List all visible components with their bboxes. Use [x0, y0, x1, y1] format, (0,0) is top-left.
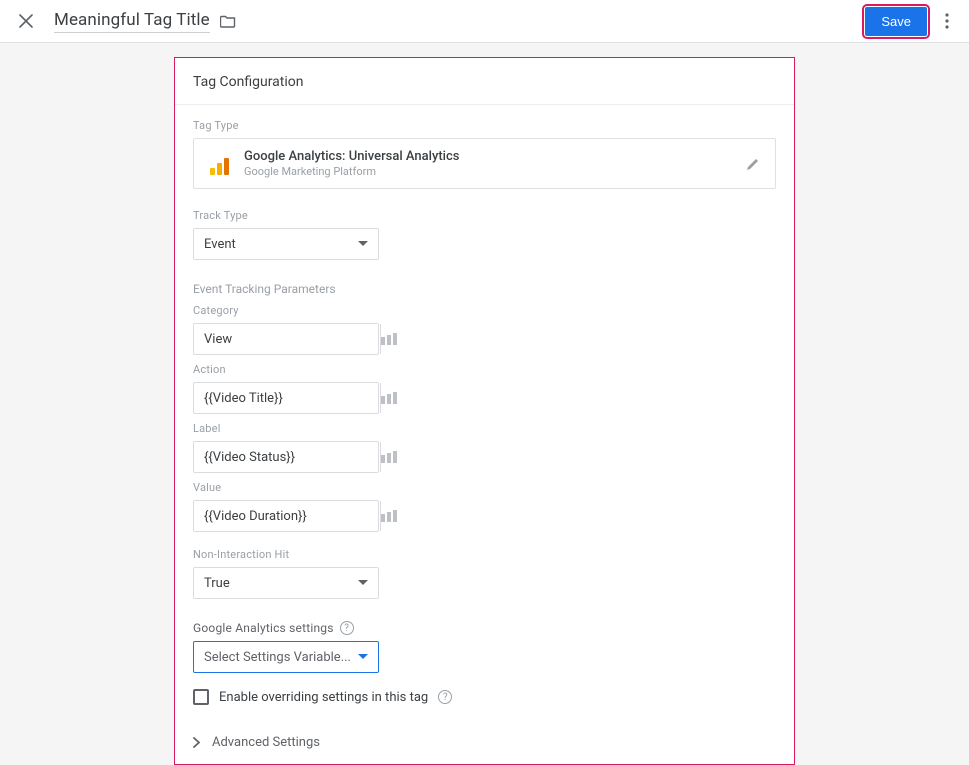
help-icon[interactable]: ? [438, 690, 452, 704]
label-input[interactable] [194, 442, 380, 472]
tag-type-name: Google Analytics: Universal Analytics [244, 149, 459, 164]
tag-type-platform: Google Marketing Platform [244, 165, 459, 178]
chevron-down-icon [358, 241, 368, 247]
advanced-settings-toggle[interactable]: Advanced Settings [175, 721, 794, 764]
label-action: Action [193, 363, 776, 376]
more-menu-icon[interactable] [937, 13, 957, 29]
variable-picker-icon[interactable] [380, 442, 397, 472]
track-type-dropdown[interactable]: Event [193, 228, 379, 260]
label-tag-type: Tag Type [193, 119, 776, 132]
action-input[interactable] [194, 383, 380, 413]
track-type-value: Event [204, 237, 236, 252]
action-field-row [193, 382, 379, 414]
label-event-params: Event Tracking Parameters [193, 282, 776, 296]
label-ga-settings: Google Analytics settings [193, 621, 334, 635]
tag-type-selector[interactable]: Google Analytics: Universal Analytics Go… [193, 138, 776, 189]
variable-picker-icon[interactable] [380, 501, 397, 531]
ga-settings-dropdown[interactable]: Select Settings Variable... [193, 641, 379, 673]
label-track-type: Track Type [193, 209, 776, 222]
help-icon[interactable]: ? [340, 621, 354, 635]
tag-config-panel: Tag Configuration Tag Type Google Analyt… [174, 57, 795, 765]
folder-icon[interactable] [220, 14, 236, 28]
chevron-down-icon [358, 580, 368, 586]
save-button[interactable]: Save [865, 7, 927, 36]
google-analytics-icon [208, 153, 230, 175]
label-value: Value [193, 481, 776, 494]
chevron-right-icon [193, 737, 200, 748]
panel-title: Tag Configuration [175, 58, 794, 105]
override-label: Enable overriding settings in this tag [219, 690, 428, 705]
non-interaction-value: True [204, 576, 230, 591]
non-interaction-dropdown[interactable]: True [193, 567, 379, 599]
label-label: Label [193, 422, 776, 435]
advanced-settings-label: Advanced Settings [212, 735, 320, 750]
category-field-row [193, 323, 379, 355]
label-field-row [193, 441, 379, 473]
ga-settings-placeholder: Select Settings Variable... [204, 650, 351, 665]
close-icon[interactable] [16, 11, 36, 31]
category-input[interactable] [194, 324, 380, 354]
page-title[interactable]: Meaningful Tag Title [54, 10, 210, 33]
override-checkbox[interactable] [193, 689, 209, 705]
value-input[interactable] [194, 501, 380, 531]
variable-picker-icon[interactable] [380, 324, 397, 354]
label-non-interaction: Non-Interaction Hit [193, 548, 776, 561]
variable-picker-icon[interactable] [380, 383, 397, 413]
edit-icon[interactable] [745, 156, 761, 172]
label-category: Category [193, 304, 776, 317]
topbar: Meaningful Tag Title Save [0, 0, 969, 43]
chevron-down-icon [358, 654, 368, 660]
value-field-row [193, 500, 379, 532]
